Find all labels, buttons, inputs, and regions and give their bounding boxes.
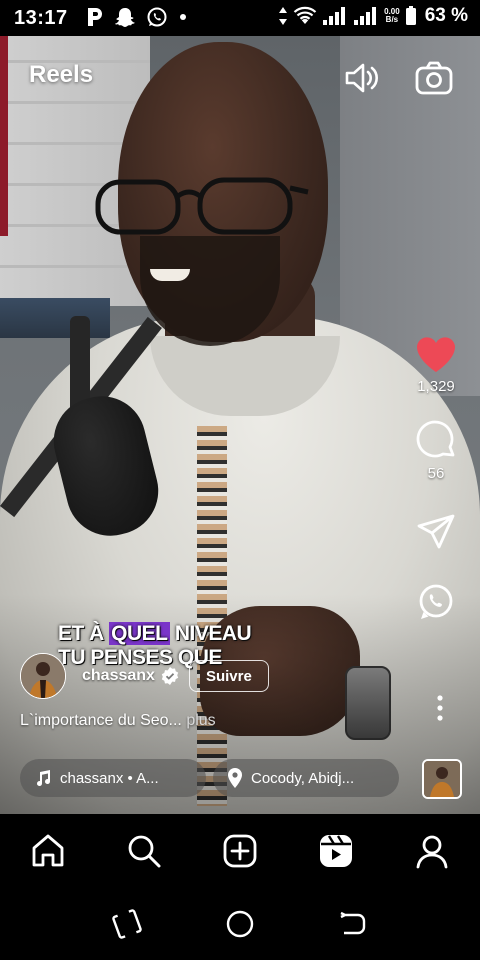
profile-icon bbox=[416, 835, 448, 869]
more-link[interactable]: plus bbox=[186, 712, 215, 729]
reels-icon bbox=[320, 835, 352, 867]
share-icon[interactable] bbox=[416, 512, 456, 552]
status-time: 13:17 bbox=[14, 7, 68, 29]
caption-highlight: QUEL bbox=[109, 622, 170, 645]
system-nav bbox=[0, 888, 480, 960]
back-icon bbox=[340, 911, 366, 935]
nav-search[interactable] bbox=[114, 821, 174, 881]
search-icon bbox=[128, 835, 161, 868]
music-label: chassanx • A... bbox=[60, 769, 159, 787]
nav-create[interactable] bbox=[210, 821, 270, 881]
net-speed: 0.00 B/s bbox=[384, 8, 400, 24]
caption-line-1-pre: ET À bbox=[58, 622, 110, 645]
notification-icons bbox=[86, 6, 188, 28]
avatar-image bbox=[21, 654, 65, 698]
nav-profile[interactable] bbox=[402, 821, 462, 881]
home-circle-icon bbox=[226, 910, 254, 938]
signal-icon-1 bbox=[323, 7, 346, 25]
camera-icon[interactable] bbox=[414, 58, 454, 98]
create-icon bbox=[223, 834, 257, 868]
speaker-glasses bbox=[95, 177, 309, 235]
nav-home[interactable] bbox=[18, 821, 78, 881]
background-red-stripe bbox=[0, 36, 8, 236]
comment-count[interactable]: 56 bbox=[428, 465, 445, 482]
system-recents-button[interactable] bbox=[97, 894, 157, 954]
avatar[interactable] bbox=[20, 653, 66, 699]
music-note-icon bbox=[37, 770, 51, 787]
post-description[interactable]: L`importance du Seo... plus bbox=[20, 712, 216, 730]
p-icon bbox=[88, 8, 102, 26]
more-options-icon[interactable] bbox=[430, 694, 450, 724]
battery-percent: 63 % bbox=[424, 5, 468, 26]
audio-thumbnail[interactable] bbox=[422, 759, 462, 799]
status-bar: 13:17 0.00 B/s 63 % bbox=[0, 0, 480, 36]
signal-icon-2 bbox=[354, 7, 377, 25]
comment-icon[interactable] bbox=[415, 419, 457, 461]
data-arrows-icon bbox=[279, 7, 288, 25]
page-title: Reels bbox=[29, 61, 94, 88]
volume-icon[interactable] bbox=[342, 58, 382, 98]
background-shelf bbox=[0, 298, 110, 338]
like-icon[interactable] bbox=[414, 334, 458, 374]
reels-screen: 13:17 0.00 B/s 63 % ET À QUEL NIVEAU TU … bbox=[0, 0, 480, 960]
wifi-icon bbox=[293, 6, 317, 24]
caption-line-1-post: NIVEAU bbox=[169, 622, 252, 645]
nav-reels[interactable] bbox=[306, 821, 366, 881]
location-label: Cocody, Abidj... bbox=[251, 769, 355, 787]
audio-thumbnail-image bbox=[424, 761, 460, 797]
battery-icon bbox=[405, 6, 416, 25]
caption-line-1: ET À QUEL NIVEAU bbox=[58, 622, 252, 646]
snapchat-icon bbox=[115, 8, 135, 27]
username[interactable]: chassanx bbox=[82, 667, 155, 685]
location-pill[interactable]: Cocody, Abidj... bbox=[213, 759, 399, 797]
system-home-button[interactable] bbox=[210, 894, 270, 954]
whatsapp-icon bbox=[147, 7, 167, 27]
net-speed-unit: B/s bbox=[385, 15, 399, 24]
like-count[interactable]: 1,329 bbox=[417, 378, 455, 395]
system-back-button[interactable] bbox=[323, 894, 383, 954]
verified-badge-icon bbox=[161, 667, 179, 685]
description-text: L`importance du Seo... bbox=[20, 712, 182, 729]
author-row: chassanx Suivre bbox=[20, 652, 269, 700]
dot-icon bbox=[180, 14, 186, 20]
location-pin-icon bbox=[228, 768, 242, 788]
bottom-nav bbox=[0, 814, 480, 888]
home-icon bbox=[32, 834, 64, 867]
side-actions: 1,329 56 bbox=[406, 334, 466, 622]
whatsapp-share-icon[interactable] bbox=[416, 582, 456, 622]
speaker-mouth bbox=[150, 269, 190, 281]
follow-button[interactable]: Suivre bbox=[188, 660, 269, 692]
music-pill[interactable]: chassanx • A... bbox=[20, 759, 206, 797]
recents-icon bbox=[111, 909, 142, 939]
status-right: 0.00 B/s 63 % bbox=[278, 5, 468, 27]
